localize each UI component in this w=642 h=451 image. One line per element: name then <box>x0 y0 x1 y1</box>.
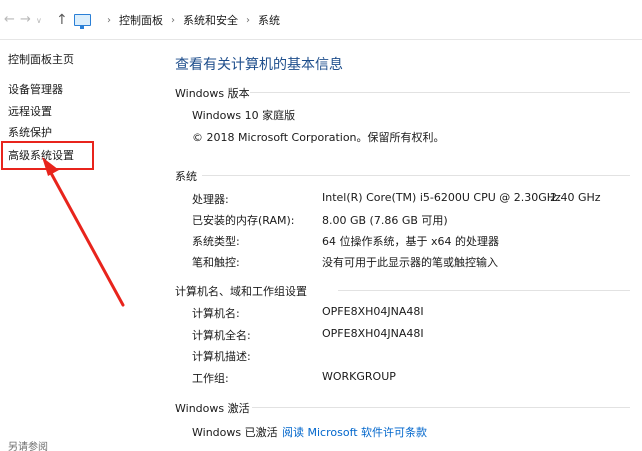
computer-name-header: 计算机名、域和工作组设置 <box>175 285 307 298</box>
system-type-value: 64 位操作系统，基于 x64 的处理器 <box>322 235 499 248</box>
main-content: 查看有关计算机的基本信息 Windows 版本 Windows 10 家庭版 ©… <box>160 40 642 451</box>
windows-edition-header: Windows 版本 <box>175 87 250 100</box>
computer-name-value: OPFE8XH04JNA48I <box>322 305 424 318</box>
system-type-label: 系统类型: <box>192 235 240 248</box>
copyright-text: © 2018 Microsoft Corporation。保留所有权利。 <box>192 131 445 144</box>
section-divider <box>202 175 630 176</box>
ram-label: 已安装的内存(RAM): <box>192 214 295 227</box>
workgroup-label: 工作组: <box>192 372 229 385</box>
full-computer-name-label: 计算机全名: <box>192 329 251 342</box>
workgroup-value: WORKGROUP <box>322 370 396 383</box>
processor-label: 处理器: <box>192 193 229 206</box>
license-terms-link[interactable]: 阅读 Microsoft 软件许可条款 <box>282 424 427 440</box>
section-divider <box>250 92 630 93</box>
computer-name-label: 计算机名: <box>192 307 240 320</box>
processor-value: Intel(R) Core(TM) i5-6200U CPU @ 2.30GHz <box>322 191 561 204</box>
pen-touch-value: 没有可用于此显示器的笔或触控输入 <box>322 256 498 269</box>
windows-edition-value: Windows 10 家庭版 <box>192 109 296 122</box>
computer-description-label: 计算机描述: <box>192 350 251 363</box>
page-title: 查看有关计算机的基本信息 <box>175 57 343 73</box>
processor-speed-value: 2.40 GHz <box>550 191 601 204</box>
activation-header: Windows 激活 <box>175 402 250 415</box>
system-header: 系统 <box>175 170 197 183</box>
full-computer-name-value: OPFE8XH04JNA48I <box>322 327 424 340</box>
section-divider <box>338 290 630 291</box>
activation-status: Windows 已激活 <box>192 426 278 439</box>
ram-value: 8.00 GB (7.86 GB 可用) <box>322 214 448 227</box>
section-divider <box>252 407 630 408</box>
pen-touch-label: 笔和触控: <box>192 256 240 269</box>
